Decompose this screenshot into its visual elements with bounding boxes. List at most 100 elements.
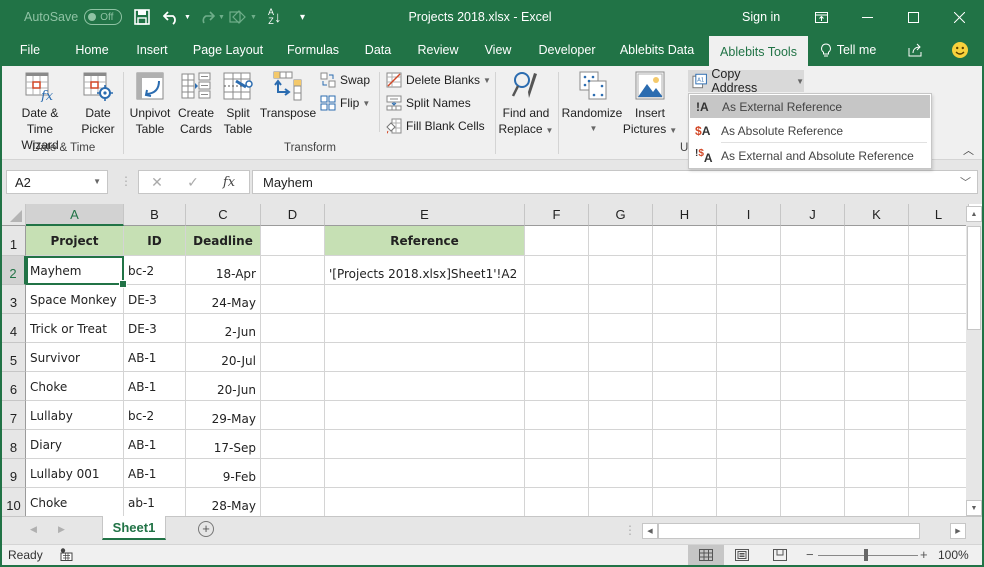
cell[interactable] [653, 430, 717, 459]
cell[interactable] [261, 285, 325, 314]
vertical-scroll-thumb[interactable] [967, 226, 981, 330]
header-cell-e[interactable]: Reference [325, 226, 525, 256]
cell-id[interactable]: DE-3 [124, 314, 186, 343]
cell[interactable] [909, 285, 969, 314]
cell-deadline[interactable]: 18-Apr [186, 256, 261, 285]
cell[interactable] [781, 314, 845, 343]
cell-id[interactable]: AB-1 [124, 430, 186, 459]
tab-ablebits-tools[interactable]: Ablebits Tools [709, 36, 808, 68]
cell[interactable] [909, 343, 969, 372]
cell[interactable] [653, 256, 717, 285]
cell[interactable] [717, 226, 781, 256]
column-header-g[interactable]: G [589, 204, 653, 226]
cell-id[interactable]: bc-2 [124, 256, 186, 285]
close-button[interactable] [936, 0, 982, 34]
cell-project[interactable]: Space Monkey [26, 285, 124, 314]
insert-function-icon[interactable]: fx [211, 175, 247, 190]
cell[interactable] [781, 285, 845, 314]
shapes-icon[interactable]: ▼ [229, 0, 257, 34]
cell[interactable] [781, 459, 845, 488]
row-header[interactable]: 7 [2, 401, 26, 430]
column-header-c[interactable]: C [186, 204, 261, 226]
cell[interactable] [525, 256, 589, 285]
tab-file[interactable]: File [10, 34, 50, 66]
collapse-ribbon-icon[interactable]: ︿ [963, 142, 974, 158]
cell-reference[interactable] [325, 401, 525, 430]
cell[interactable] [717, 488, 781, 516]
tab-home[interactable]: Home [66, 34, 118, 66]
normal-view-button[interactable] [688, 545, 724, 565]
share-icon[interactable] [902, 34, 930, 66]
cell[interactable] [653, 372, 717, 401]
autosave-switch[interactable]: Off [84, 9, 123, 25]
cell-id[interactable]: ab-1 [124, 488, 186, 516]
scroll-left-icon[interactable]: ◀ [642, 523, 658, 539]
feedback-smiley-icon[interactable] [946, 34, 974, 66]
tab-ablebits-data[interactable]: Ablebits Data [614, 34, 700, 66]
select-all-button[interactable] [2, 204, 26, 226]
cell-reference[interactable] [325, 488, 525, 516]
swap-button[interactable]: Swap [320, 70, 370, 90]
tab-data[interactable]: Data [356, 34, 400, 66]
cancel-icon[interactable]: ✕ [139, 174, 175, 191]
column-header-h[interactable]: H [653, 204, 717, 226]
zoom-in-button[interactable]: + [920, 547, 928, 562]
cell-id[interactable]: DE-3 [124, 285, 186, 314]
cell[interactable] [261, 401, 325, 430]
cell-reference[interactable] [325, 459, 525, 488]
enter-icon[interactable]: ✓ [175, 174, 211, 191]
cell[interactable] [909, 372, 969, 401]
cell[interactable] [781, 343, 845, 372]
date-time-wizard-button[interactable]: fx Date & Time Wizard [8, 70, 72, 153]
split-names-button[interactable]: Split Names [386, 93, 471, 113]
cell[interactable] [781, 401, 845, 430]
cell[interactable] [653, 226, 717, 256]
column-header-d[interactable]: D [261, 204, 325, 226]
cell[interactable] [653, 459, 717, 488]
fill-blank-cells-button[interactable]: Fill Blank Cells [386, 116, 485, 136]
row-header[interactable]: 10 [2, 488, 26, 516]
cell[interactable] [717, 256, 781, 285]
autosave-toggle[interactable]: AutoSave Off [24, 0, 123, 34]
undo-icon[interactable]: ▼ [163, 0, 191, 34]
page-break-preview-button[interactable] [762, 545, 798, 565]
cell-reference[interactable] [325, 430, 525, 459]
minimize-button[interactable] [844, 0, 890, 34]
randomize-button[interactable]: Randomize ▼ [560, 70, 624, 137]
cell-deadline[interactable]: 29-May [186, 401, 261, 430]
tab-review[interactable]: Review [410, 34, 466, 66]
cell[interactable] [261, 343, 325, 372]
cell-project[interactable]: Trick or Treat [26, 314, 124, 343]
cell-deadline[interactable]: 2-Jun [186, 314, 261, 343]
cell[interactable] [525, 459, 589, 488]
cell-deadline[interactable]: 20-Jul [186, 343, 261, 372]
cell[interactable] [525, 430, 589, 459]
vertical-scrollbar[interactable]: ▲ ▼ [966, 206, 982, 516]
cell[interactable] [909, 459, 969, 488]
name-box[interactable]: A2 ▼ [6, 170, 108, 194]
cell[interactable] [653, 343, 717, 372]
horizontal-scroll-thumb[interactable] [658, 523, 920, 539]
cell-reference[interactable] [325, 372, 525, 401]
cell[interactable] [525, 372, 589, 401]
cell[interactable] [717, 372, 781, 401]
column-header-f[interactable]: F [525, 204, 589, 226]
cell-deadline[interactable]: 9-Feb [186, 459, 261, 488]
row-header[interactable]: 2 [2, 256, 26, 285]
cell[interactable] [589, 459, 653, 488]
cell[interactable] [261, 256, 325, 285]
transpose-button[interactable]: Transpose [258, 70, 318, 121]
cell[interactable] [717, 285, 781, 314]
cell[interactable] [845, 226, 909, 256]
ribbon-display-options-icon[interactable] [798, 0, 844, 34]
zoom-slider[interactable] [818, 555, 918, 556]
date-picker-button[interactable]: Date Picker [78, 70, 118, 137]
cell-deadline[interactable]: 20-Jun [186, 372, 261, 401]
header-cell-c[interactable]: Deadline [186, 226, 261, 256]
tab-insert[interactable]: Insert [128, 34, 176, 66]
cell-project[interactable]: Choke [26, 488, 124, 516]
tab-page-layout[interactable]: Page Layout [186, 34, 270, 66]
scroll-down-icon[interactable]: ▼ [966, 500, 982, 516]
menu-item-external-reference[interactable]: !A As External Reference [690, 95, 930, 118]
tab-view[interactable]: View [476, 34, 520, 66]
